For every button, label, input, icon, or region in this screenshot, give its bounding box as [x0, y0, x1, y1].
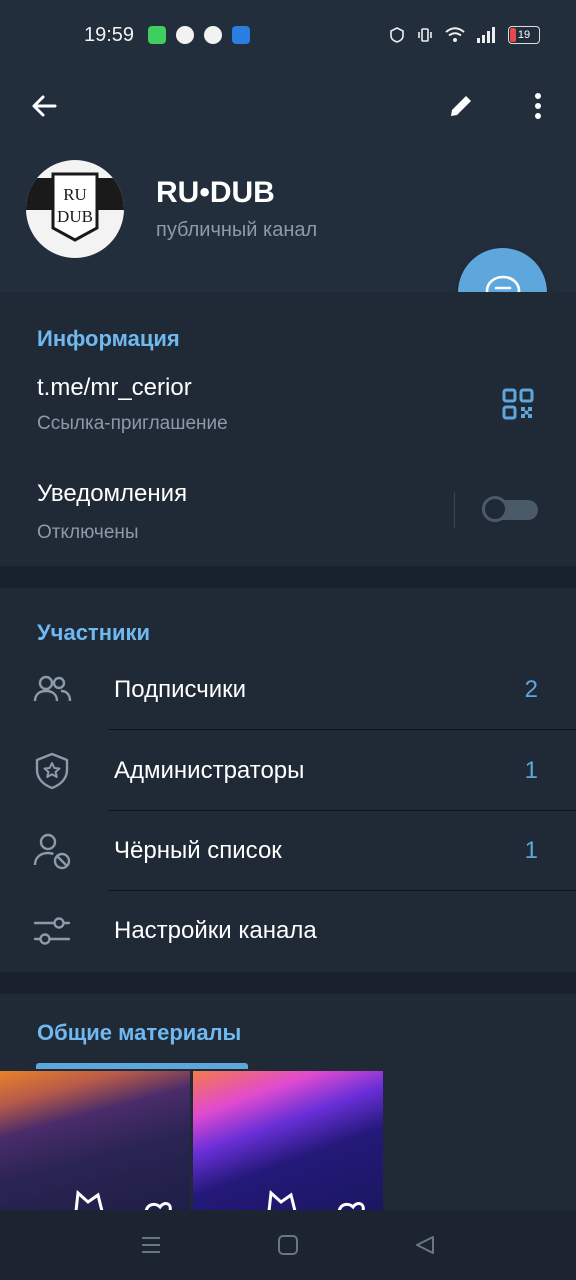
qr-code-button[interactable] [496, 382, 540, 426]
media-thumbnail[interactable] [0, 1071, 190, 1211]
admins-count: 1 [524, 757, 538, 784]
participants-section: Участники Подписчики 2 Администраторы 1 … [0, 588, 576, 972]
shared-media-title[interactable]: Общие материалы [37, 1020, 241, 1046]
system-nav-bar [0, 1210, 576, 1280]
admins-label: Администраторы [114, 757, 305, 784]
qr-code-icon [502, 388, 534, 420]
more-menu-button[interactable] [516, 84, 560, 128]
signal-icon [477, 27, 495, 43]
media-thumbnail[interactable] [193, 1071, 383, 1211]
info-section-title: Информация [37, 326, 180, 351]
menu-icon[interactable] [140, 1234, 162, 1256]
svg-text:RU: RU [63, 185, 87, 204]
back-nav-icon[interactable] [414, 1234, 436, 1256]
channel-avatar[interactable]: RU DUB [26, 160, 124, 258]
vibrate-icon [418, 28, 432, 42]
subscribers-label: Подписчики [114, 676, 247, 703]
vpn-icon [390, 27, 404, 43]
notifications-state: Отключены [37, 522, 139, 543]
wifi-icon [445, 27, 465, 42]
shield-app-icon [204, 26, 222, 44]
users-icon [33, 675, 72, 702]
cat-ears-icon [74, 1189, 172, 1211]
info-section: Информация t.me/mr_cerior Ссылка-приглаш… [0, 292, 576, 566]
pencil-icon [451, 96, 471, 116]
blacklist-row[interactable]: Чёрный список 1 [0, 811, 576, 891]
channel-link-caption: Ссылка-приглашение [37, 413, 228, 434]
media-tab-indicator [36, 1063, 248, 1069]
channel-link[interactable]: t.me/mr_cerior [37, 374, 192, 402]
notifications-label[interactable]: Уведомления [37, 480, 187, 508]
cat-ears-icon [267, 1189, 365, 1211]
participants-section-title: Участники [37, 620, 151, 645]
battery-icon: 19 [508, 26, 540, 44]
back-button[interactable] [22, 84, 66, 128]
status-time: 19:59 [84, 24, 135, 46]
more-vertical-icon [535, 93, 541, 119]
notifications-toggle[interactable] [482, 496, 538, 522]
subscribers-row[interactable]: Подписчики 2 [0, 650, 576, 730]
shield-star-icon [35, 752, 69, 790]
channel-settings-label: Настройки канала [114, 917, 317, 944]
notification-icons [148, 26, 250, 44]
battery-saver-icon [148, 26, 166, 44]
channel-logo: RU DUB [26, 172, 124, 242]
channel-type: публичный канал [156, 219, 318, 241]
subscribers-count: 2 [524, 676, 538, 703]
settings-sliders-icon [33, 917, 71, 945]
home-icon[interactable] [277, 1234, 299, 1256]
status-bar: 19:59 19 [0, 0, 576, 74]
channel-name: RU•DUB [156, 176, 275, 209]
admins-row[interactable]: Администраторы 1 [0, 731, 576, 811]
blacklist-label: Чёрный список [114, 837, 282, 864]
blacklist-count: 1 [524, 837, 538, 864]
chat-bubble-icon [176, 26, 194, 44]
arrow-left-icon [32, 95, 57, 117]
toggle-divider [454, 492, 455, 528]
user-blocked-icon [33, 833, 71, 870]
edit-button[interactable] [439, 84, 483, 128]
system-icons: 19 [388, 26, 540, 44]
channel-settings-row[interactable]: Настройки канала [0, 891, 576, 971]
vpn-app-icon [232, 26, 250, 44]
svg-text:DUB: DUB [57, 207, 93, 226]
